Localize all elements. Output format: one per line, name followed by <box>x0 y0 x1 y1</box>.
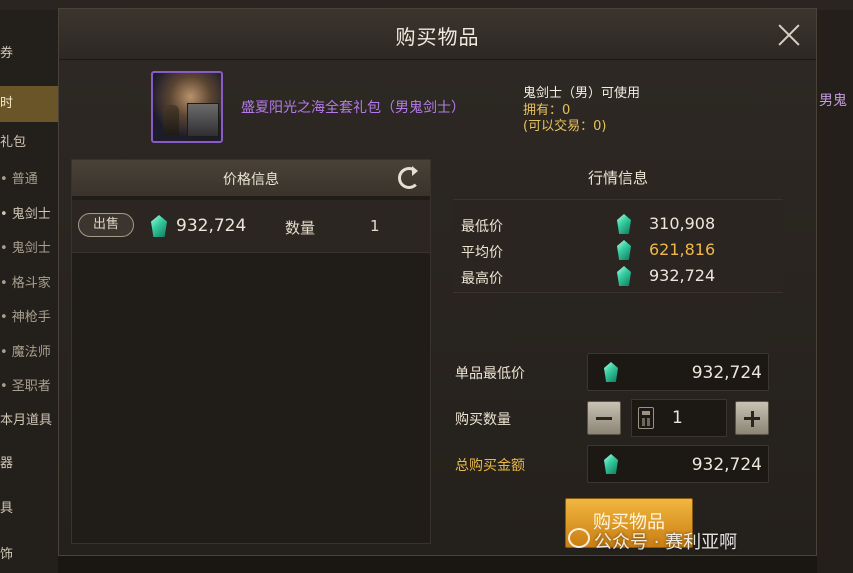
watermark-text: 公众号 · 赛利亚啊 <box>594 532 738 553</box>
gift-box-graphic <box>187 103 219 137</box>
background-sidebar-item: 饰 <box>0 547 14 562</box>
market-row-avg: 平均价 621,816 <box>453 238 783 264</box>
item-tradable-count: (可以交易：0) <box>523 119 607 134</box>
background-sidebar-item: • 神枪手 <box>0 310 51 325</box>
background-sidebar: 券 时 礼包 • 普通 • 鬼剑士 • 鬼剑士 • 格斗家 • 神枪手 • 魔法… <box>0 10 58 573</box>
price-info-panel: 价格信息 出售 932,724 数量 1 <box>71 159 431 544</box>
gem-currency-icon <box>617 266 631 286</box>
character-figure-graphic <box>163 105 179 135</box>
listing-price: 932,724 <box>176 216 247 236</box>
plus-icon-vertical <box>750 411 754 427</box>
market-min-label: 最低价 <box>461 219 503 235</box>
quantity-value: 1 <box>672 408 683 428</box>
background-sidebar-item: 器 <box>0 456 14 471</box>
background-sidebar-item: • 鬼剑士 <box>0 207 51 222</box>
market-min-value: 310,908 <box>649 214 716 233</box>
background-sidebar-item: 本月道具 <box>0 413 53 428</box>
background-sidebar-item: • 格斗家 <box>0 276 51 291</box>
listing-qty-label: 数量 <box>285 219 316 237</box>
market-info-box: 最低价 310,908 平均价 621,816 最高价 932,724 <box>453 199 783 293</box>
increase-qty-button[interactable] <box>735 401 769 435</box>
market-row-min: 最低价 310,908 <box>453 212 783 238</box>
market-max-value: 932,724 <box>649 266 716 285</box>
total-amount-value: 932,724 <box>691 455 762 475</box>
unit-min-price-field: 932,724 <box>587 353 769 391</box>
background-sidebar-item: 礼包 <box>0 135 27 150</box>
dialog-title-bar: 购买物品 <box>59 9 816 60</box>
gem-currency-icon <box>604 362 618 382</box>
listing-row[interactable]: 出售 932,724 数量 1 <box>72 200 430 253</box>
decrease-qty-button[interactable] <box>587 401 621 435</box>
gem-currency-icon <box>151 215 167 237</box>
gem-currency-icon <box>604 454 618 474</box>
minus-icon <box>596 417 612 420</box>
background-sidebar-item: 券 <box>0 46 14 61</box>
background-sidebar-item: • 魔法师 <box>0 345 51 360</box>
sell-tag: 出售 <box>78 213 134 237</box>
quantity-input[interactable]: 1 <box>631 399 727 437</box>
unit-min-price-value: 932,724 <box>691 363 762 383</box>
buy-qty-label: 购买数量 <box>455 412 511 428</box>
price-info-title: 价格信息 <box>223 172 279 188</box>
market-avg-label: 平均价 <box>461 245 503 261</box>
background-sidebar-item: 时 <box>0 86 58 122</box>
refresh-icon[interactable] <box>398 166 420 189</box>
close-icon[interactable] <box>775 21 803 49</box>
dialog-title: 购买物品 <box>395 25 480 49</box>
listing-qty: 1 <box>370 217 380 235</box>
gem-currency-icon <box>617 240 631 260</box>
background-sidebar-item: • 鬼剑士 <box>0 241 51 256</box>
market-max-label: 最高价 <box>461 271 503 287</box>
background-sidebar-item: • 普通 <box>0 172 38 187</box>
background-sidebar-item: • 圣职者 <box>0 379 51 394</box>
item-name: 盛夏阳光之海全套礼包（男鬼剑士） <box>241 100 465 116</box>
market-info-title: 行情信息 <box>587 169 648 187</box>
market-avg-value: 621,816 <box>649 240 716 259</box>
price-info-header: 价格信息 <box>72 160 430 196</box>
total-amount-label: 总购买金额 <box>455 458 525 474</box>
market-row-max: 最高价 932,724 <box>453 264 783 290</box>
unit-min-price-label: 单品最低价 <box>455 366 525 382</box>
wechat-icon <box>568 528 590 548</box>
item-icon[interactable] <box>151 71 223 143</box>
background-right-strip: 男鬼 <box>817 10 853 573</box>
calculator-icon[interactable] <box>638 407 654 429</box>
gem-currency-icon <box>617 214 631 234</box>
background-right-text: 男鬼 <box>819 93 847 109</box>
background-sidebar-item: 具 <box>0 501 14 516</box>
purchase-dialog: 购买物品 盛夏阳光之海全套礼包（男鬼剑士） 鬼剑士（男）可使用 拥有：0 (可以… <box>58 8 817 556</box>
total-amount-field: 932,724 <box>587 445 769 483</box>
